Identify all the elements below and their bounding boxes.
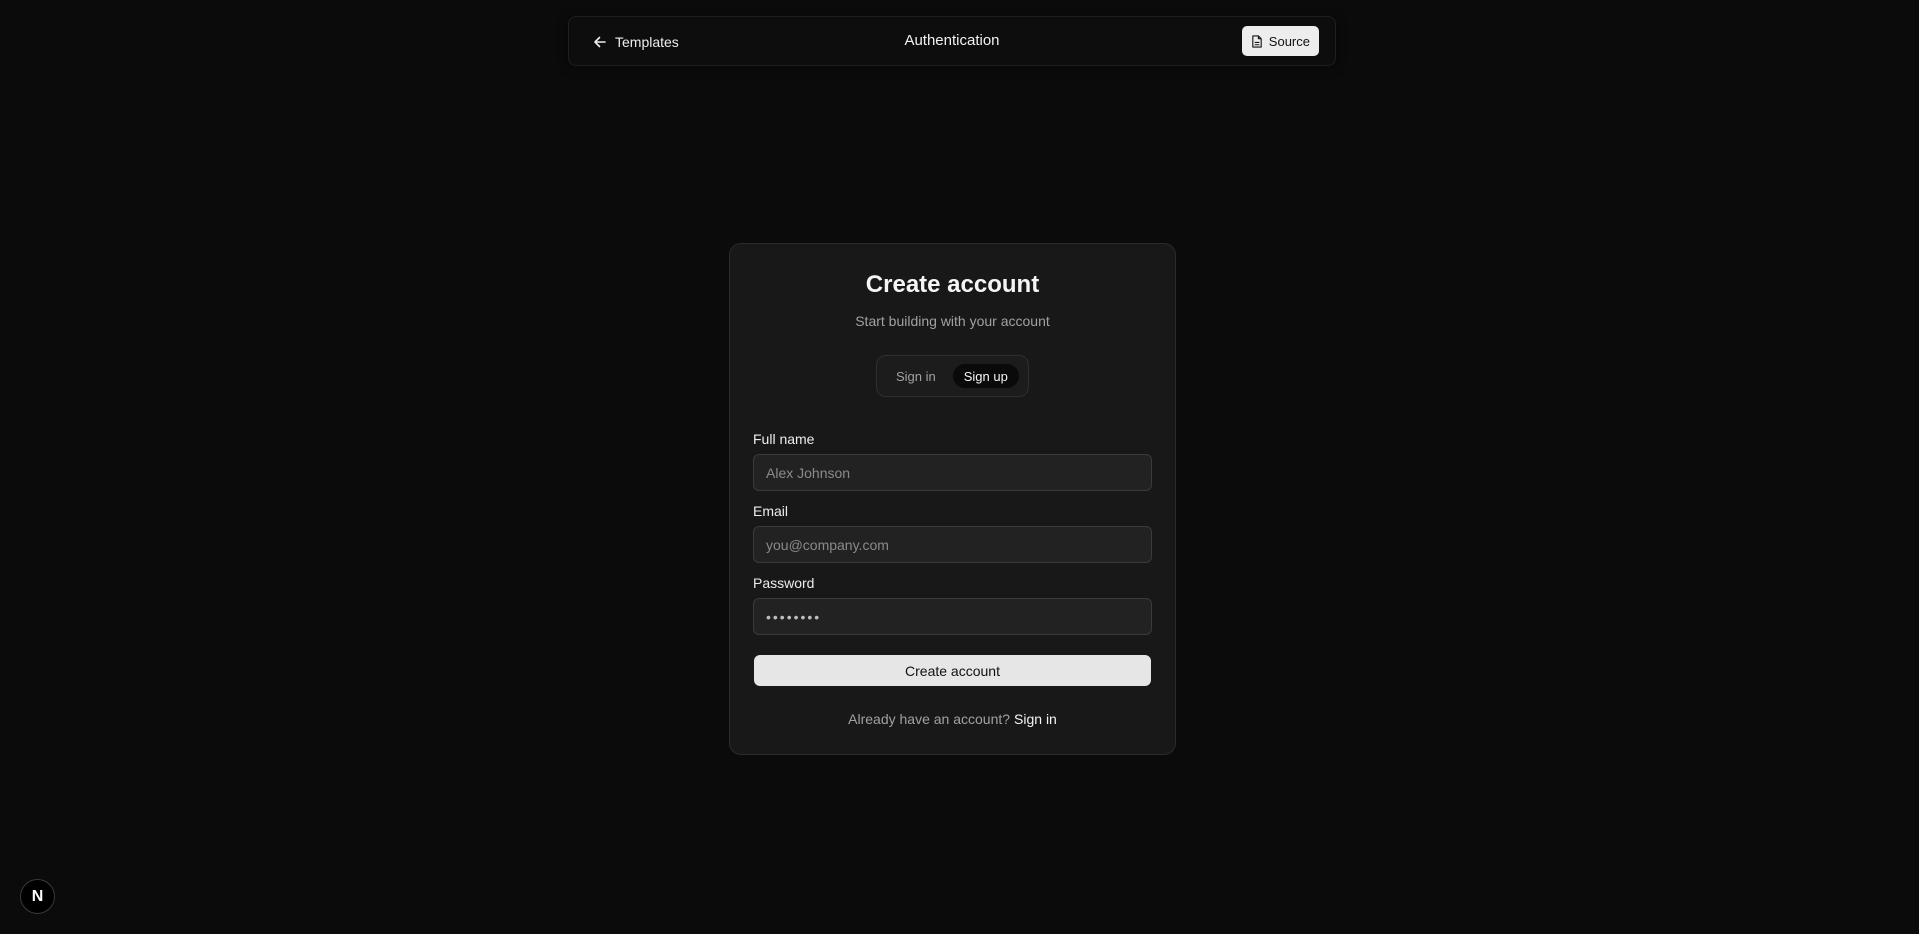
page-title: Authentication — [904, 32, 1000, 49]
full-name-field-group: Full name — [753, 431, 1152, 491]
sign-in-prompt: Already have an account? Sign in — [730, 711, 1175, 727]
card-title: Create account — [865, 271, 1040, 298]
card-subtitle: Start building with your account — [855, 313, 1050, 329]
tab-sign-in[interactable]: Sign in — [885, 364, 947, 388]
email-field-group: Email — [753, 503, 1152, 563]
password-field-group: Password — [753, 575, 1152, 635]
auth-tabs: Sign in Sign up — [876, 355, 1029, 397]
auth-card: Create account Start building with your … — [729, 243, 1176, 755]
password-label: Password — [753, 575, 815, 591]
source-button[interactable]: Source — [1241, 26, 1319, 56]
full-name-input[interactable] — [753, 454, 1152, 491]
password-input[interactable] — [753, 598, 1152, 635]
create-account-button[interactable]: Create account — [754, 655, 1151, 686]
email-label: Email — [753, 503, 789, 519]
sign-in-link[interactable]: Sign in — [1014, 711, 1057, 727]
next-logo-badge[interactable]: N — [20, 879, 55, 914]
tab-sign-up[interactable]: Sign up — [952, 364, 1019, 388]
sign-in-prompt-text: Already have an account? — [848, 711, 1011, 727]
file-icon — [1252, 34, 1262, 48]
top-bar: Templates Authentication Source — [568, 16, 1336, 66]
source-button-label: Source — [1268, 33, 1310, 49]
signup-form: Full name Email Password — [753, 431, 1152, 647]
full-name-label: Full name — [753, 431, 815, 447]
email-input[interactable] — [753, 526, 1152, 563]
